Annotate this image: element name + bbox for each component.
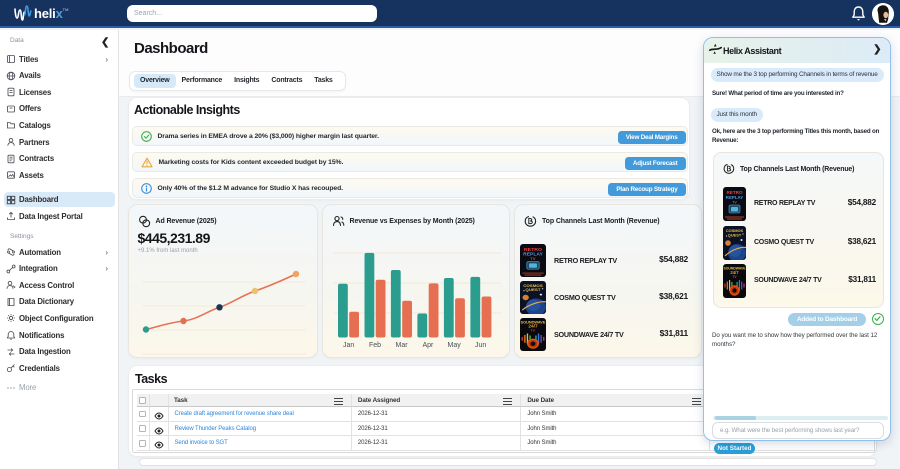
svg-text:Feb: Feb bbox=[369, 342, 381, 349]
svg-text:QUEST: QUEST bbox=[728, 233, 742, 238]
svg-text:Jan: Jan bbox=[343, 342, 354, 349]
svg-text:Jun: Jun bbox=[475, 342, 486, 349]
svg-text:TV: TV bbox=[531, 329, 536, 333]
svg-text:REPLAY: REPLAY bbox=[726, 195, 743, 200]
svg-text:QUEST: QUEST bbox=[525, 288, 541, 293]
svg-text:TV: TV bbox=[530, 257, 536, 261]
svg-text:Mar: Mar bbox=[395, 342, 408, 349]
svg-text:REPLAY: REPLAY bbox=[523, 252, 544, 257]
svg-text:May: May bbox=[447, 342, 461, 349]
svg-text:Apr: Apr bbox=[422, 342, 434, 349]
svg-text:TV: TV bbox=[732, 201, 737, 205]
